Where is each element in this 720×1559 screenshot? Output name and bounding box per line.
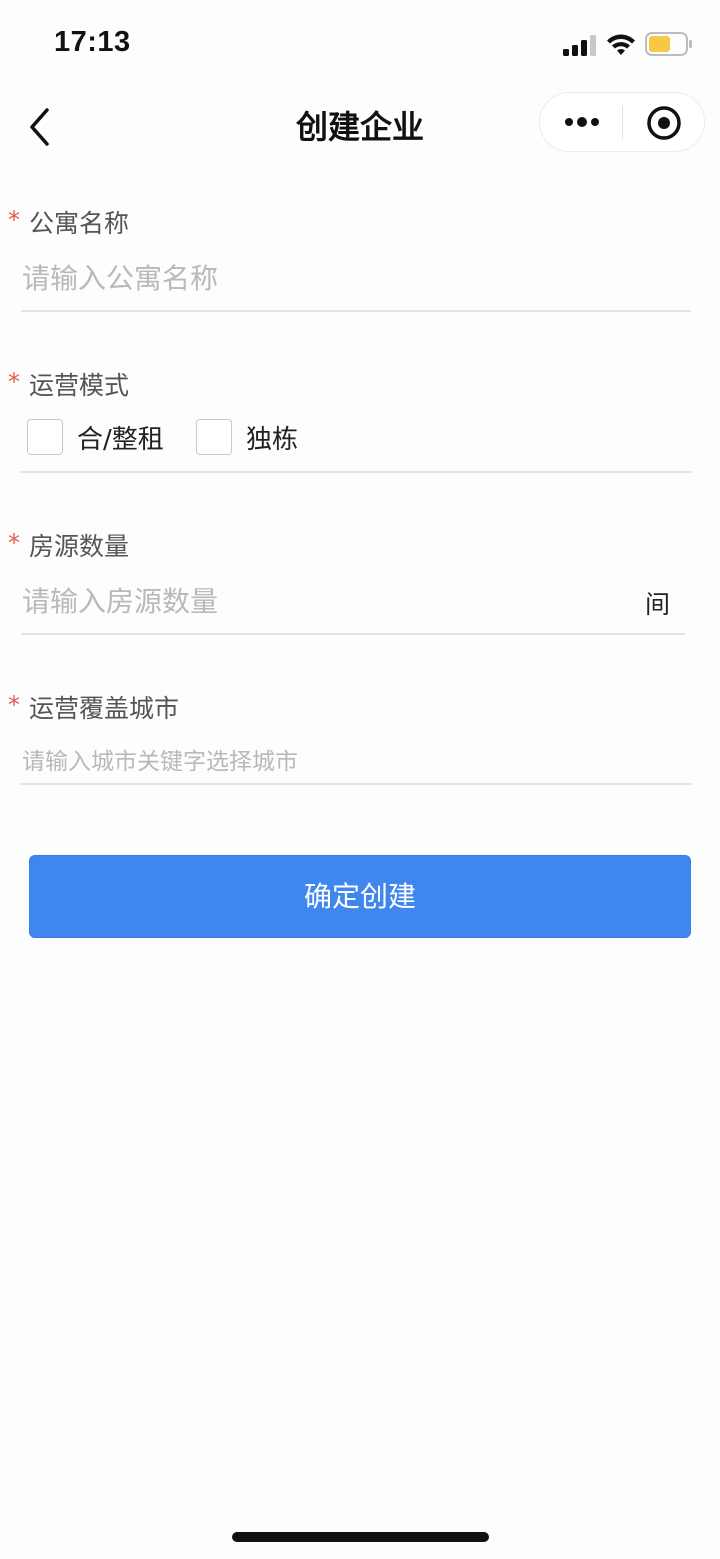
- operation-mode-field: * 运营模式 合/整租 独栋: [0, 362, 720, 477]
- coverage-city-label: 运营覆盖城市: [29, 694, 180, 723]
- apartment-name-input[interactable]: [22, 256, 682, 300]
- target-circle-icon: [647, 106, 681, 140]
- option-label: 合/整租: [77, 425, 164, 455]
- mode-option-shared-whole-rent[interactable]: 合/整租: [27, 419, 177, 459]
- checkbox[interactable]: [196, 419, 232, 455]
- status-bar: 17:13: [0, 0, 720, 88]
- apartment-name-field: * 公寓名称: [0, 200, 720, 315]
- coverage-city-field: * 运营覆盖城市: [0, 685, 720, 790]
- field-divider: [21, 310, 691, 312]
- checkbox[interactable]: [27, 419, 63, 455]
- room-unit-label: 间: [645, 590, 671, 619]
- mode-option-whole-building[interactable]: 独栋: [196, 419, 306, 459]
- field-divider: [21, 783, 691, 785]
- mini-program-capsule: [539, 92, 705, 152]
- battery-icon: [645, 32, 692, 56]
- more-button[interactable]: [540, 93, 622, 151]
- more-dots-icon: [577, 117, 587, 127]
- screen: 17:13 创建企业 * 公寓名称 请输入公寓名称 * 运营模式 合/整租 独栋…: [0, 0, 720, 1559]
- field-divider: [21, 471, 691, 473]
- required-mark: *: [8, 691, 20, 719]
- required-mark: *: [8, 368, 20, 396]
- cellular-signal-icon: [563, 34, 599, 56]
- option-label: 独栋: [246, 425, 299, 455]
- nav-bar: 创建企业: [0, 88, 720, 164]
- more-dots-icon: [591, 118, 599, 126]
- home-indicator: [232, 1532, 489, 1542]
- room-count-field: * 房源数量 间: [0, 523, 720, 638]
- close-mini-program-button[interactable]: [623, 93, 705, 151]
- city-search-input[interactable]: [22, 745, 682, 779]
- operation-mode-label: 运营模式: [29, 371, 130, 400]
- required-mark: *: [8, 206, 20, 234]
- room-count-label: 房源数量: [29, 532, 130, 561]
- more-dots-icon: [565, 118, 573, 126]
- confirm-create-button[interactable]: 确定创建: [29, 855, 691, 938]
- field-divider: [21, 633, 685, 635]
- apartment-name-label: 公寓名称: [29, 209, 130, 238]
- room-count-input[interactable]: [22, 579, 622, 623]
- required-mark: *: [8, 529, 20, 557]
- status-time: 17:13: [54, 26, 131, 58]
- wifi-icon: [607, 34, 635, 55]
